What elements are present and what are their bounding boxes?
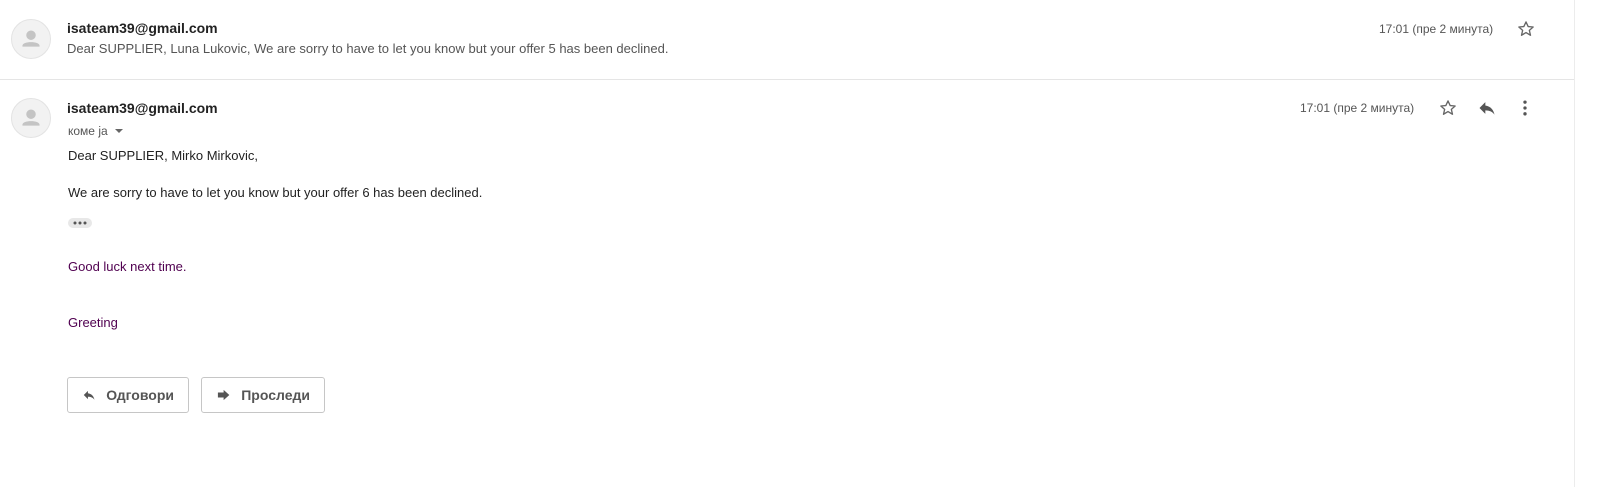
default-person-icon [22,109,40,126]
horizontal-dots-icon [73,221,87,225]
message-time: 17:01 (пре 2 минута) [1379,22,1494,36]
scrollbar-track[interactable] [1574,0,1575,487]
reply-button[interactable] [1475,96,1499,120]
sender-email[interactable]: isateam39@gmail.com [67,100,218,116]
star-button[interactable] [1514,17,1538,41]
star-outline-icon [1440,100,1456,115]
message-time: 17:01 (пре 2 минута) [1300,101,1415,115]
recipient-label: коме ја [68,124,108,138]
star-outline-icon [1518,21,1534,36]
message-divider [0,79,1574,80]
reply-action-label: Одговори [106,387,174,403]
more-options-button[interactable] [1513,96,1537,120]
message-snippet[interactable]: Dear SUPPLIER, Luna Lukovic, We are sorr… [67,41,668,56]
email-thread: isateam39@gmail.com Dear SUPPLIER, Luna … [0,0,1607,487]
forward-action-button[interactable]: Проследи [201,377,325,413]
vertical-dots-icon [1523,100,1527,116]
reply-action-button[interactable]: Одговори [67,377,189,413]
reply-arrow-icon [1479,102,1495,115]
body-paragraph: We are sorry to have to let you know but… [68,185,483,200]
recipient-details-toggle[interactable]: коме ја [68,124,124,138]
forward-action-label: Проследи [241,387,310,403]
sender-avatar[interactable] [11,98,51,138]
body-signature: Greeting [68,315,118,330]
sender-email[interactable]: isateam39@gmail.com [67,20,218,36]
caret-down-icon [114,129,123,133]
body-greeting: Dear SUPPLIER, Mirko Mirkovic, [68,148,258,163]
reply-arrow-icon [83,390,95,400]
default-person-icon [22,30,40,47]
star-button[interactable] [1436,96,1460,120]
body-closing: Good luck next time. [68,259,187,274]
sender-avatar[interactable] [11,19,51,59]
forward-arrow-icon [217,389,230,401]
show-trimmed-content-button[interactable] [68,218,92,228]
